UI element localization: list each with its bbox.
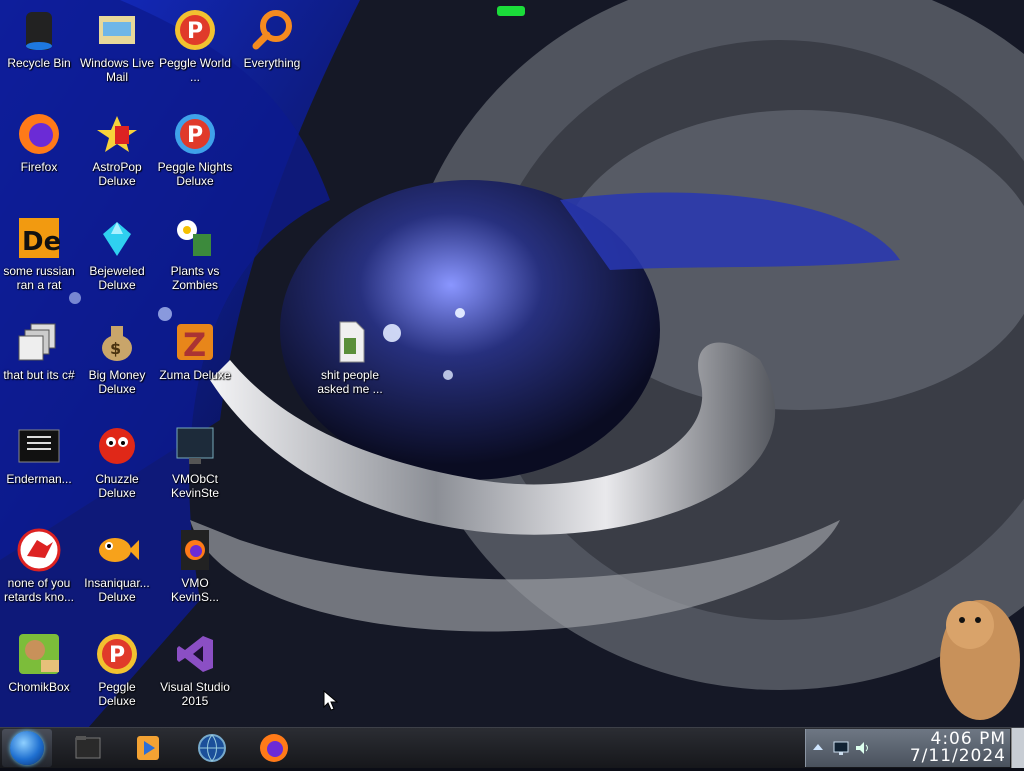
- clock-date: 7/11/2024: [909, 746, 1006, 766]
- desktop-icon-label: Visual Studio 2015: [160, 680, 230, 708]
- peggle-nights-icon: P: [175, 114, 215, 154]
- desktop-icon-label: Plants vs Zombies: [170, 264, 220, 292]
- desktop-icon-peggle-world[interactable]: P Peggle World ...: [156, 6, 234, 84]
- dino-icon: [17, 528, 61, 572]
- desktop-icon-label: that but its c#: [3, 368, 75, 382]
- taskbar-pinned-folder[interactable]: [68, 730, 108, 766]
- desktop-icon-label: Peggle Nights Deluxe: [157, 160, 233, 188]
- fish-icon: [99, 538, 139, 562]
- peggle-icon: P: [97, 634, 137, 674]
- desktop-icon-label: VMObCt KevinSte: [170, 472, 220, 500]
- desktop-icon-vmo[interactable]: VMO KevinS...: [156, 526, 234, 604]
- svg-text:P: P: [187, 19, 203, 44]
- desktop-icon-bejeweled-deluxe[interactable]: Bejeweled Deluxe: [78, 214, 156, 292]
- peggle-icon: P: [175, 10, 215, 50]
- network-icon[interactable]: [832, 739, 850, 757]
- desktop-icon-chomikbox[interactable]: ChomikBox: [0, 630, 78, 694]
- desktop-icon-label: Bejeweled Deluxe: [89, 264, 145, 292]
- media-player-icon: [137, 736, 159, 760]
- show-desktop-button[interactable]: [1011, 728, 1024, 768]
- desktop-icon-label: Insaniquar... Deluxe: [84, 576, 150, 604]
- desktop-icon-vmobct[interactable]: VMObCt KevinSte: [156, 422, 234, 500]
- desktop-icon-zuma-deluxe[interactable]: Z Zuma Deluxe: [156, 318, 234, 382]
- desktop-icon-astropop-deluxe[interactable]: AstroPop Deluxe: [78, 110, 156, 188]
- mouse-cursor: [323, 690, 339, 711]
- search-icon: [252, 10, 292, 50]
- desktop-icon-label: none of you retards kno...: [3, 576, 75, 604]
- file-icon: [339, 321, 365, 363]
- windows-stack-icon: [18, 323, 56, 361]
- desktop-icon-recycle-bin[interactable]: Recycle Bin: [0, 6, 78, 70]
- mail-icon: [99, 16, 135, 44]
- svg-text:Z: Z: [183, 326, 206, 364]
- sound-icon[interactable]: [854, 739, 872, 757]
- tray-clock[interactable]: 4:06 PM 7/11/2024: [910, 731, 1006, 765]
- svg-text:P: P: [109, 643, 125, 668]
- taskbar: 4:06 PM 7/11/2024: [0, 727, 1024, 768]
- firefox-icon: [260, 734, 288, 762]
- plant-icon: [177, 220, 211, 256]
- desktop-icon-plants-vs-zombies[interactable]: Plants vs Zombies: [156, 214, 234, 292]
- terminal-icon: [18, 429, 60, 463]
- recycle-bin-icon: [26, 12, 52, 50]
- taskbar-pinned-media-player[interactable]: [128, 730, 168, 766]
- desktop-icon-label: Windows Live Mail: [79, 56, 155, 84]
- windows-orb-icon: [10, 731, 44, 765]
- firefox-file-icon: [181, 530, 209, 570]
- desktop-icon-label: AstroPop Deluxe: [92, 160, 142, 188]
- desktop-icon-label: VMO KevinS...: [170, 576, 220, 604]
- desktop-icon-peggle-nights-deluxe[interactable]: P Peggle Nights Deluxe: [156, 110, 234, 188]
- desktop-icon-peggle-deluxe[interactable]: P Peggle Deluxe: [78, 630, 156, 708]
- desktop-icon-label: Recycle Bin: [7, 56, 71, 70]
- desktop-icon-label: Zuma Deluxe: [159, 368, 231, 382]
- desktop-icon-label: ChomikBox: [8, 680, 70, 694]
- desktop-icon-none-of-you[interactable]: none of you retards kno...: [0, 526, 78, 604]
- desktop-icon-visual-studio-2015[interactable]: Visual Studio 2015: [156, 630, 234, 708]
- desktop-icon-shit-people-asked-me[interactable]: shit people asked me ...: [311, 318, 389, 396]
- desktop-icon-label: Peggle World ...: [159, 56, 231, 84]
- taskbar-pinned-globe[interactable]: [192, 730, 232, 766]
- desktop-icon-windows-live-mail[interactable]: Windows Live Mail: [78, 6, 156, 84]
- money-bag-icon: $: [102, 326, 132, 361]
- svg-text:$: $: [110, 339, 121, 358]
- start-button[interactable]: [2, 729, 52, 767]
- hamster-box-icon: [19, 634, 59, 674]
- visual-studio-icon: [177, 636, 213, 672]
- desktop-icon-firefox[interactable]: Firefox: [0, 110, 78, 174]
- astropop-icon: [97, 116, 137, 152]
- desktop-icon-everything[interactable]: Everything: [233, 6, 311, 70]
- chuzzle-icon: [99, 428, 135, 464]
- desktop-icon-chuzzle-deluxe[interactable]: Chuzzle Deluxe: [78, 422, 156, 500]
- de-icon: De: [19, 218, 61, 258]
- desktop-icon-label: Everything: [243, 56, 301, 70]
- svg-text:P: P: [187, 123, 203, 148]
- svg-text:De: De: [22, 227, 61, 257]
- desktop-icon-that-but-its-csharp[interactable]: that but its c#: [0, 318, 78, 382]
- desktop-icon-label: Firefox: [20, 160, 58, 174]
- firefox-icon: [19, 114, 59, 154]
- gem-icon: [103, 222, 131, 256]
- taskbar-pinned-firefox[interactable]: [254, 730, 294, 766]
- desktop-icon-label: Peggle Deluxe: [98, 680, 136, 708]
- zuma-icon: Z: [177, 324, 213, 364]
- desktop-icon-label: shit people asked me ...: [317, 368, 383, 396]
- desktop-icon-some-russian[interactable]: De some russian ran a rat: [0, 214, 78, 292]
- system-tray: 4:06 PM 7/11/2024: [805, 729, 1010, 767]
- desktop-icon-label: some russian ran a rat: [3, 264, 75, 292]
- desktop-icon-enderman[interactable]: Enderman...: [0, 422, 78, 486]
- desktop-icon-label: Big Money Deluxe: [88, 368, 146, 396]
- desktop-icon-insaniquarium-deluxe[interactable]: Insaniquar... Deluxe: [78, 526, 156, 604]
- desktop-icon-label: Enderman...: [6, 472, 72, 486]
- folder-icon: [75, 736, 101, 759]
- desktop-icon-label: Chuzzle Deluxe: [95, 472, 139, 500]
- desktop-icon-big-money-deluxe[interactable]: $ Big Money Deluxe: [78, 318, 156, 396]
- globe-icon: [198, 734, 226, 762]
- show-hidden-icon[interactable]: [812, 741, 824, 753]
- vm-icon: [176, 427, 214, 464]
